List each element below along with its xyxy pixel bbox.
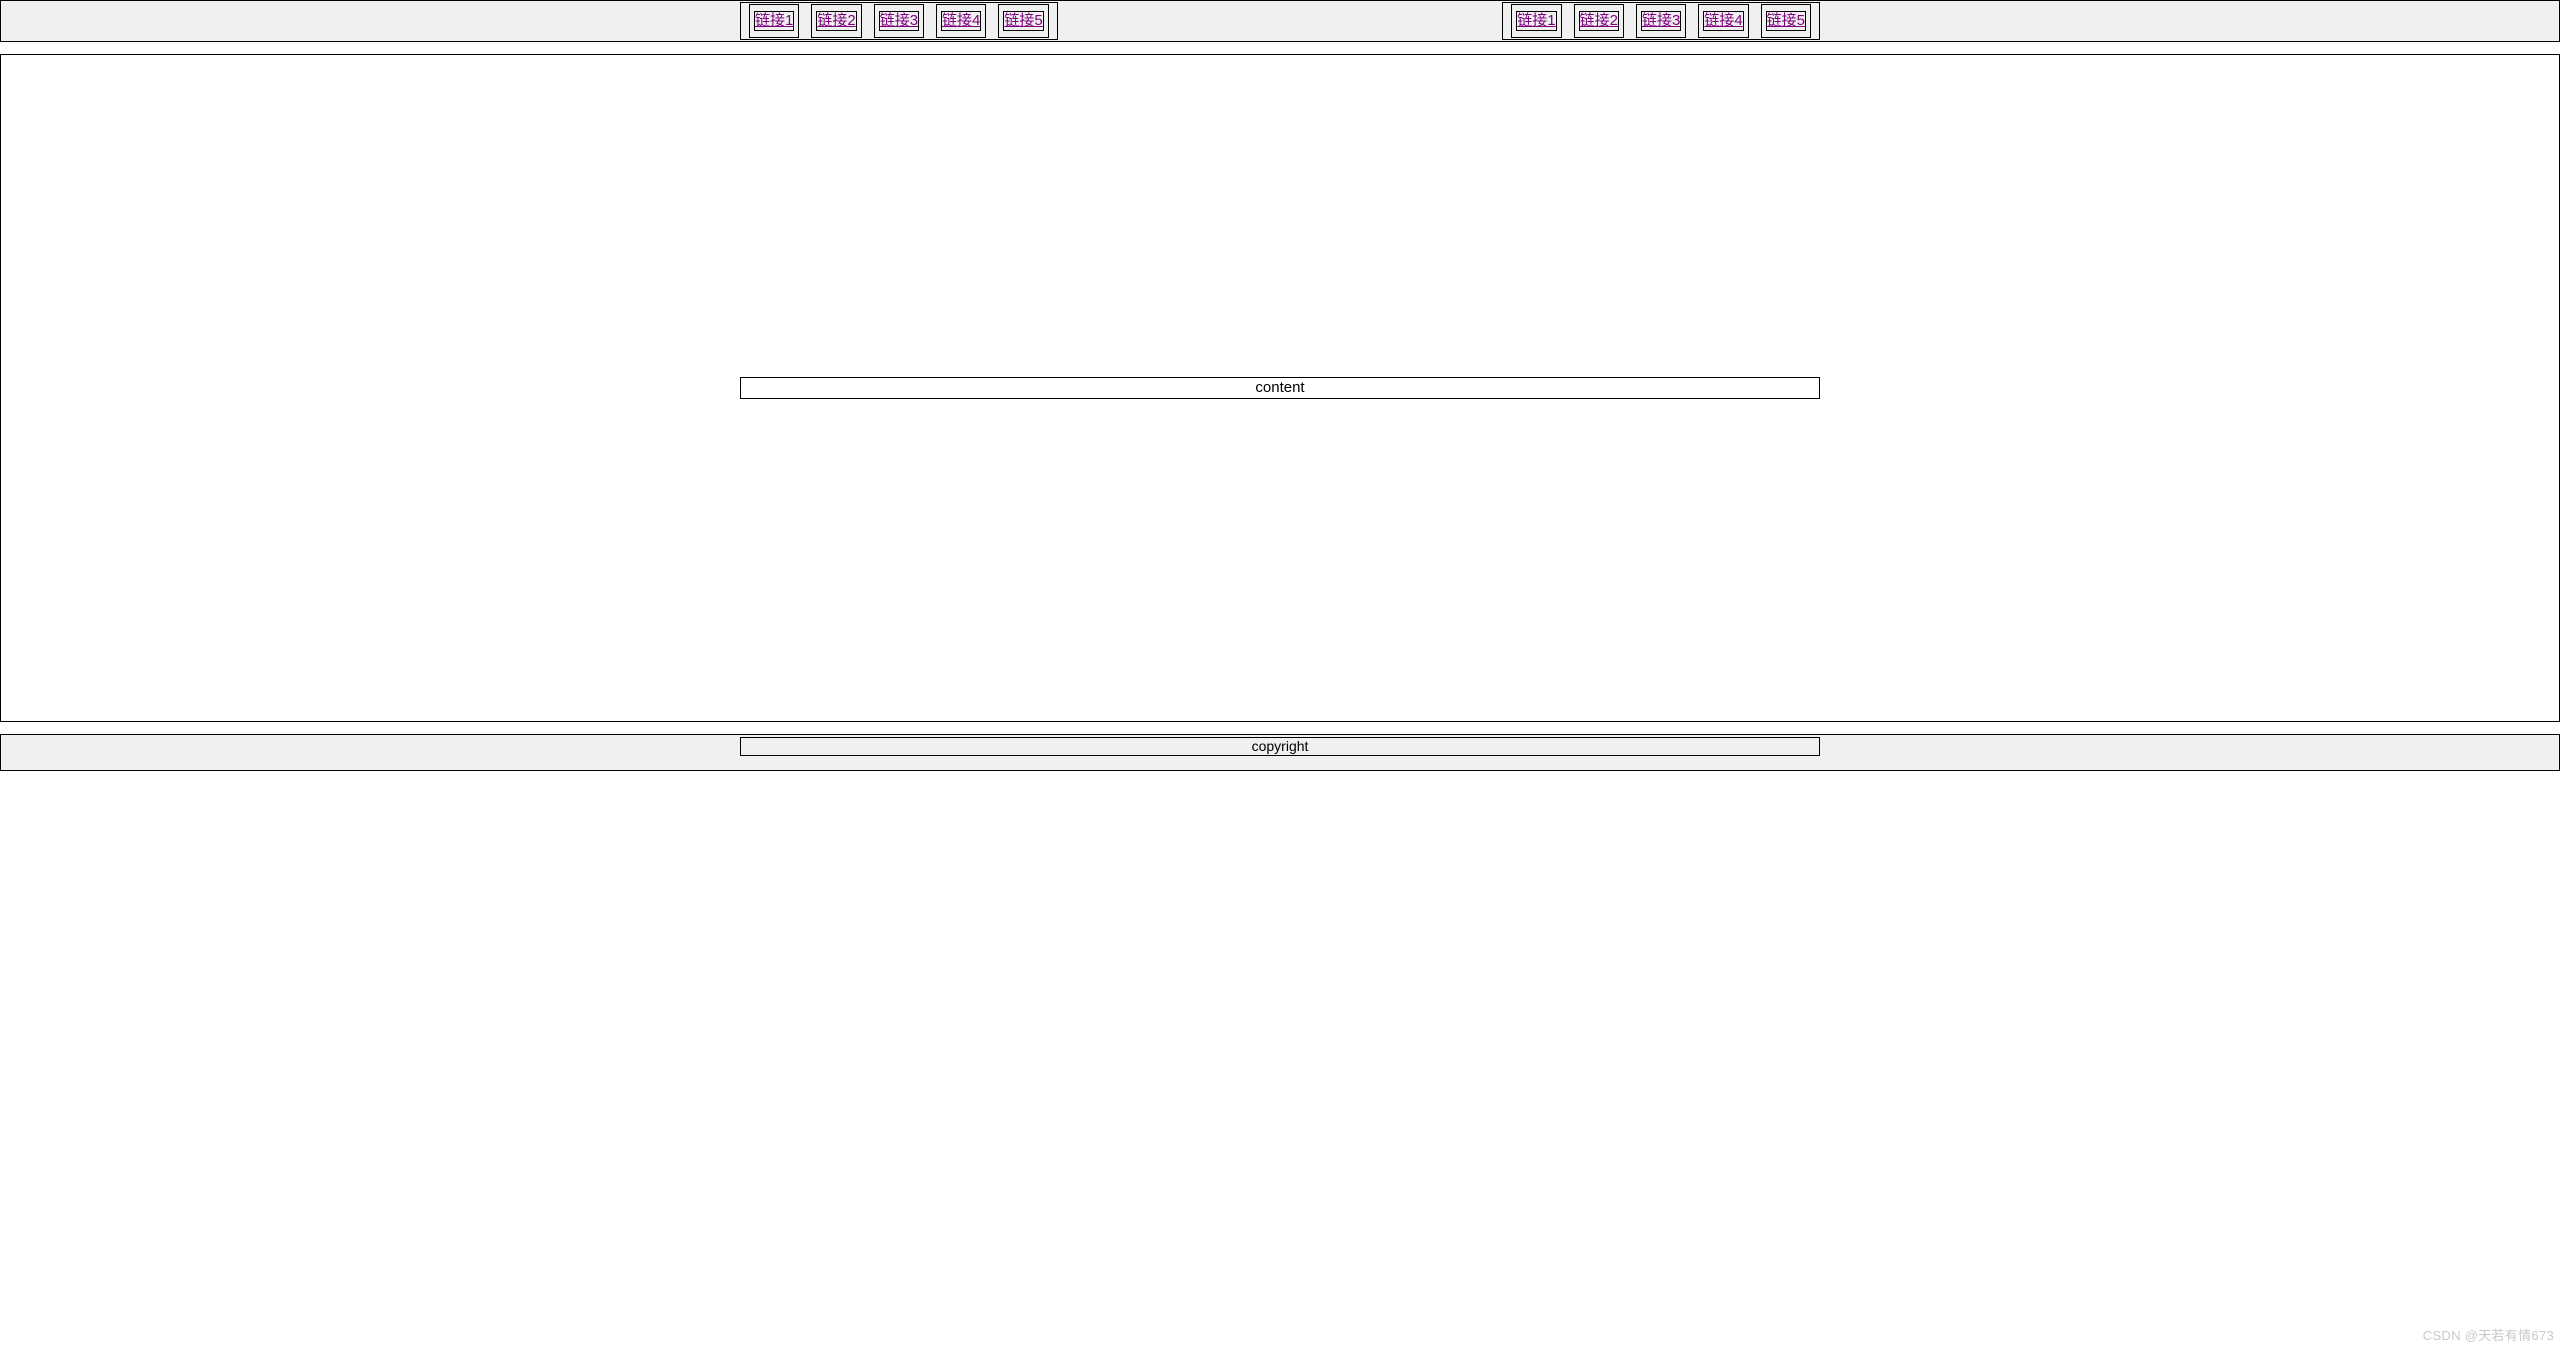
nav-link-left-2[interactable]: 链接2 (816, 11, 856, 31)
spacer-top (0, 42, 2560, 54)
nav-item-right-2[interactable]: 链接2 (1574, 4, 1624, 38)
nav-item-left-2[interactable]: 链接2 (811, 4, 861, 38)
nav-link-right-2[interactable]: 链接2 (1579, 11, 1619, 31)
spacer-bottom (0, 722, 2560, 734)
nav-link-left-1[interactable]: 链接1 (754, 11, 794, 31)
nav-link-right-1[interactable]: 链接1 (1516, 11, 1556, 31)
nav-link-left-4[interactable]: 链接4 (941, 11, 981, 31)
nav-item-left-4[interactable]: 链接4 (936, 4, 986, 38)
nav-item-left-3[interactable]: 链接3 (874, 4, 924, 38)
nav-group-right: 链接1 链接2 链接3 链接4 链接5 (1502, 2, 1820, 40)
nav-row: 链接1 链接2 链接3 链接4 链接5 链接1 (740, 2, 1820, 40)
header-band: 链接1 链接2 链接3 链接4 链接5 链接1 (0, 0, 2560, 42)
nav-item-right-5[interactable]: 链接5 (1761, 4, 1811, 38)
nav-link-left-5[interactable]: 链接5 (1003, 11, 1043, 31)
content-label: content (1255, 379, 1304, 396)
nav-link-right-5[interactable]: 链接5 (1766, 11, 1806, 31)
page-root: 链接1 链接2 链接3 链接4 链接5 链接1 (0, 0, 2560, 771)
footer-box: copyright (740, 737, 1820, 756)
nav-group-left: 链接1 链接2 链接3 链接4 链接5 (740, 2, 1058, 40)
footer-band: copyright (0, 734, 2560, 771)
nav-link-left-3[interactable]: 链接3 (879, 11, 919, 31)
nav-item-right-4[interactable]: 链接4 (1698, 4, 1748, 38)
nav-item-left-1[interactable]: 链接1 (749, 4, 799, 38)
nav-link-right-3[interactable]: 链接3 (1641, 11, 1681, 31)
watermark: CSDN @天若有情673 (2423, 1325, 2554, 1344)
nav-item-left-5[interactable]: 链接5 (998, 4, 1048, 38)
main-band: content (0, 54, 2560, 722)
footer-label: copyright (1252, 738, 1309, 754)
nav-item-right-1[interactable]: 链接1 (1511, 4, 1561, 38)
nav-item-right-3[interactable]: 链接3 (1636, 4, 1686, 38)
nav-link-right-4[interactable]: 链接4 (1703, 11, 1743, 31)
content-box: content (740, 377, 1820, 399)
